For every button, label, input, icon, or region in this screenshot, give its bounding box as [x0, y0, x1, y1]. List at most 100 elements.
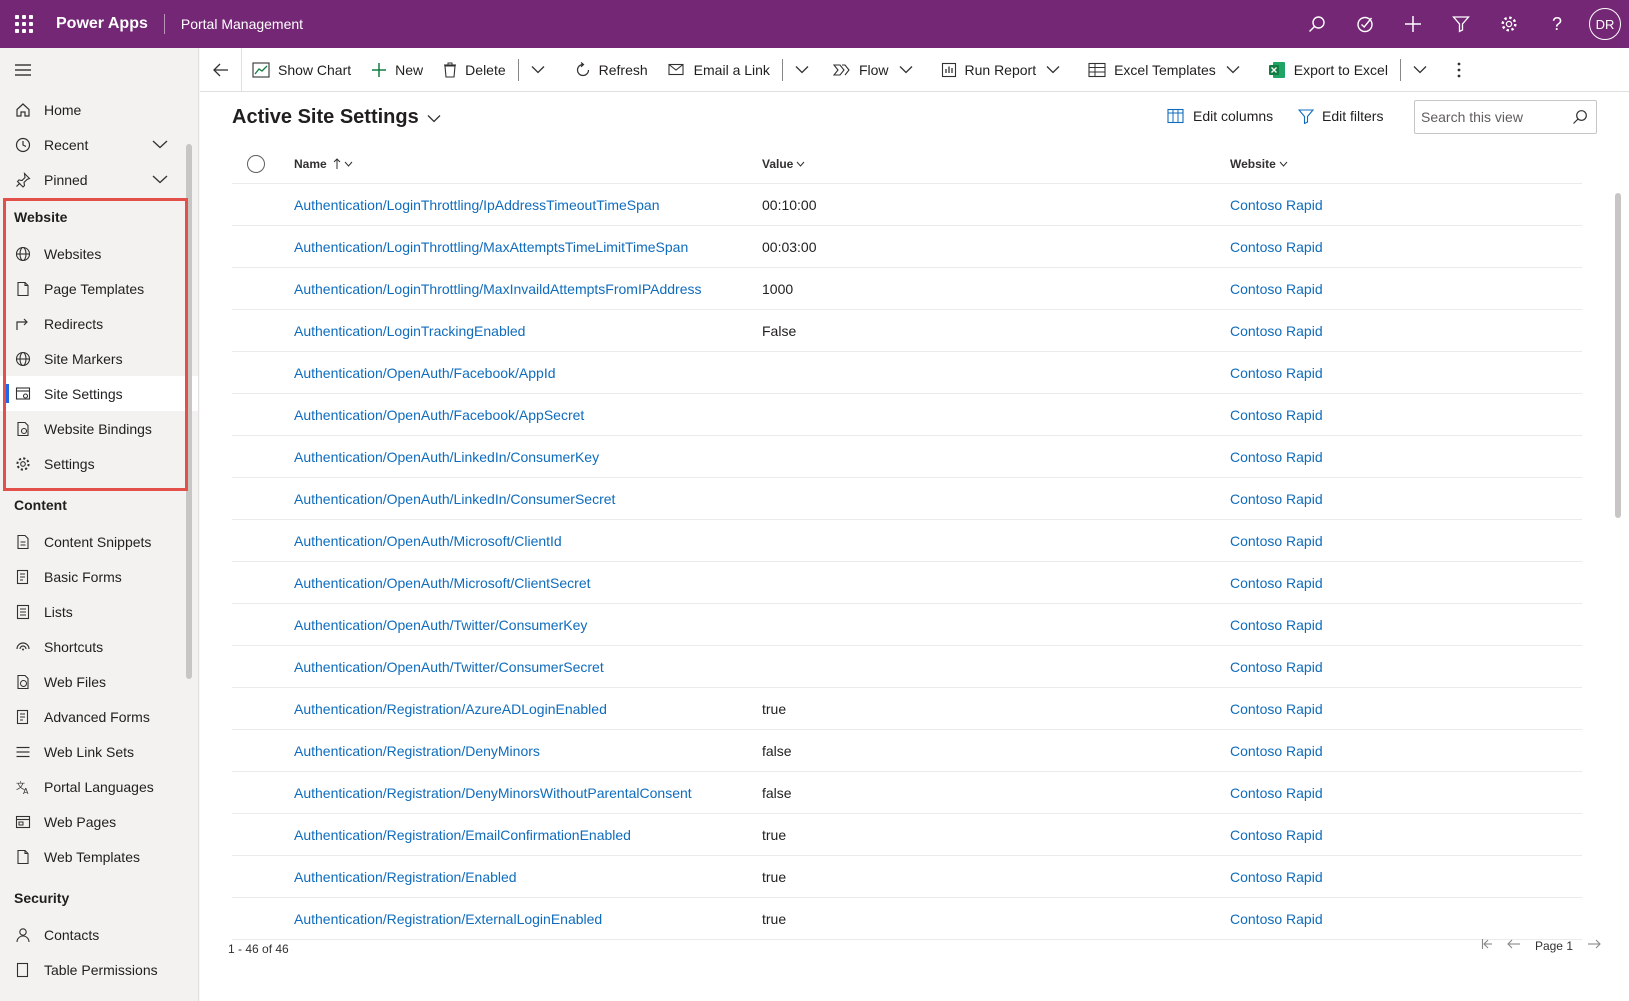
table-row[interactable]: Authentication/LoginThrottling/MaxInvail…	[232, 268, 1582, 310]
email-more-button[interactable]	[785, 48, 819, 92]
previous-page-icon[interactable]	[1507, 938, 1521, 953]
table-row[interactable]: Authentication/Registration/AzureADLogin…	[232, 688, 1582, 730]
add-icon[interactable]	[1389, 0, 1437, 48]
table-row[interactable]: Authentication/Registration/Enabled true C…	[232, 856, 1582, 898]
row-name-link[interactable]: Authentication/OpenAuth/Facebook/AppId	[294, 352, 556, 394]
delete-button[interactable]: Delete	[433, 48, 515, 92]
row-website-link[interactable]: Contoso Rapid	[1230, 352, 1323, 394]
row-name-link[interactable]: Authentication/LoginThrottling/MaxAttemp…	[294, 226, 688, 268]
export-more-button[interactable]	[1403, 48, 1437, 92]
nav-pinned[interactable]: Pinned	[0, 162, 198, 197]
sidebar-item-page-templates[interactable]: Page Templates	[0, 271, 198, 306]
refresh-button[interactable]: Refresh	[555, 48, 658, 92]
sidebar-item-web-templates[interactable]: Web Templates	[0, 839, 198, 874]
row-name-link[interactable]: Authentication/OpenAuth/LinkedIn/Consume…	[294, 478, 615, 520]
grid-scrollbar[interactable]	[1615, 193, 1621, 518]
sidebar-item-redirects[interactable]: Redirects	[0, 306, 198, 341]
chevron-down-icon[interactable]	[152, 136, 168, 152]
row-name-link[interactable]: Authentication/OpenAuth/Microsoft/Client…	[294, 562, 591, 604]
sidebar-item-web-files[interactable]: Web Files	[0, 664, 198, 699]
flow-button[interactable]: Flow	[819, 48, 899, 92]
assistant-icon[interactable]	[1341, 0, 1389, 48]
avatar[interactable]: DR	[1589, 8, 1621, 40]
filter-icon[interactable]	[1437, 0, 1485, 48]
row-name-link[interactable]: Authentication/OpenAuth/Twitter/Consumer…	[294, 646, 604, 688]
edit-columns-button[interactable]: Edit columns	[1167, 108, 1273, 124]
view-selector[interactable]: Active Site Settings	[232, 106, 441, 129]
row-name-link[interactable]: Authentication/OpenAuth/Facebook/AppSecr…	[294, 394, 584, 436]
row-website-link[interactable]: Contoso Rapid	[1230, 814, 1323, 856]
sidebar-item-web-link-sets[interactable]: Web Link Sets	[0, 734, 198, 769]
sidebar-item-site-settings[interactable]: Site Settings	[0, 376, 198, 411]
row-website-link[interactable]: Contoso Rapid	[1230, 436, 1323, 478]
row-website-link[interactable]: Contoso Rapid	[1230, 520, 1323, 562]
row-name-link[interactable]: Authentication/Registration/DenyMinors	[294, 730, 540, 772]
row-name-link[interactable]: Authentication/OpenAuth/Twitter/Consumer…	[294, 604, 587, 646]
table-row[interactable]: Authentication/Registration/DenyMinors fa…	[232, 730, 1582, 772]
sidebar-item-contacts[interactable]: Contacts	[0, 917, 198, 952]
table-row[interactable]: Authentication/OpenAuth/LinkedIn/Consume…	[232, 436, 1582, 478]
row-name-link[interactable]: Authentication/OpenAuth/LinkedIn/Consume…	[294, 436, 599, 478]
row-name-link[interactable]: Authentication/LoginThrottling/MaxInvail…	[294, 268, 702, 310]
run-report-more-button[interactable]	[1046, 48, 1070, 92]
run-report-button[interactable]: Run Report	[923, 48, 1047, 92]
table-row[interactable]: Authentication/Registration/EmailConfirm…	[232, 814, 1582, 856]
table-row[interactable]: Authentication/OpenAuth/Facebook/AppId Co…	[232, 352, 1582, 394]
export-excel-button[interactable]: Export to Excel	[1250, 48, 1398, 92]
menu-toggle-button[interactable]	[0, 48, 198, 92]
app-launcher-button[interactable]	[0, 0, 48, 48]
select-all-checkbox[interactable]	[247, 144, 265, 184]
show-chart-button[interactable]: Show Chart	[242, 48, 361, 92]
email-link-button[interactable]: Email a Link	[658, 48, 780, 92]
sidebar-item-shortcuts[interactable]: Shortcuts	[0, 629, 198, 664]
sidebar-item-website-bindings[interactable]: Website Bindings	[0, 411, 198, 446]
row-website-link[interactable]: Contoso Rapid	[1230, 688, 1323, 730]
column-header-value[interactable]: Value	[762, 144, 805, 184]
row-name-link[interactable]: Authentication/LoginTrackingEnabled	[294, 310, 525, 352]
search-icon[interactable]	[1293, 0, 1341, 48]
edit-filters-button[interactable]: Edit filters	[1298, 108, 1383, 124]
back-button[interactable]	[200, 47, 242, 92]
sidebar-item-site-markers[interactable]: Site Markers	[0, 341, 198, 376]
new-button[interactable]: New	[361, 48, 433, 92]
sidebar-item-content-snippets[interactable]: Content Snippets	[0, 524, 198, 559]
row-website-link[interactable]: Contoso Rapid	[1230, 562, 1323, 604]
first-page-icon[interactable]	[1481, 938, 1493, 953]
table-row[interactable]: Authentication/OpenAuth/Twitter/Consumer…	[232, 646, 1582, 688]
column-header-name[interactable]: Name	[294, 144, 353, 184]
sidebar-item-portal-languages[interactable]: 文A Portal Languages	[0, 769, 198, 804]
search-icon[interactable]	[1572, 109, 1588, 128]
row-website-link[interactable]: Contoso Rapid	[1230, 310, 1323, 352]
sidebar-item-table-permissions[interactable]: Table Permissions	[0, 952, 198, 987]
next-page-icon[interactable]	[1587, 938, 1601, 953]
table-row[interactable]: Authentication/OpenAuth/Twitter/Consumer…	[232, 604, 1582, 646]
help-icon[interactable]: ?	[1533, 0, 1581, 48]
row-name-link[interactable]: Authentication/Registration/DenyMinorsWi…	[294, 772, 692, 814]
table-row[interactable]: Authentication/LoginThrottling/IpAddress…	[232, 184, 1582, 226]
row-name-link[interactable]: Authentication/OpenAuth/Microsoft/Client…	[294, 520, 562, 562]
column-header-website[interactable]: Website	[1230, 144, 1288, 184]
nav-home[interactable]: Home	[0, 92, 198, 127]
nav-recent[interactable]: Recent	[0, 127, 198, 162]
row-website-link[interactable]: Contoso Rapid	[1230, 646, 1323, 688]
search-input[interactable]: Search this view	[1414, 100, 1597, 134]
sidebar-item-websites[interactable]: Websites	[0, 236, 198, 271]
excel-templates-more-button[interactable]	[1226, 48, 1250, 92]
sidebar-scrollbar[interactable]	[186, 144, 192, 679]
sidebar-item-advanced-forms[interactable]: Advanced Forms	[0, 699, 198, 734]
row-website-link[interactable]: Contoso Rapid	[1230, 730, 1323, 772]
more-commands-button[interactable]	[1437, 48, 1471, 92]
table-row[interactable]: Authentication/OpenAuth/LinkedIn/Consume…	[232, 478, 1582, 520]
row-website-link[interactable]: Contoso Rapid	[1230, 856, 1323, 898]
table-row[interactable]: Authentication/OpenAuth/Facebook/AppSecr…	[232, 394, 1582, 436]
row-name-link[interactable]: Authentication/Registration/EmailConfirm…	[294, 814, 631, 856]
app-subtitle[interactable]: Portal Management	[165, 16, 303, 32]
sidebar-item-settings[interactable]: Settings	[0, 446, 198, 481]
sidebar-item-lists[interactable]: Lists	[0, 594, 198, 629]
flow-more-button[interactable]	[899, 48, 923, 92]
row-name-link[interactable]: Authentication/Registration/AzureADLogin…	[294, 688, 607, 730]
table-row[interactable]: Authentication/OpenAuth/Microsoft/Client…	[232, 562, 1582, 604]
row-website-link[interactable]: Contoso Rapid	[1230, 394, 1323, 436]
row-website-link[interactable]: Contoso Rapid	[1230, 268, 1323, 310]
settings-icon[interactable]	[1485, 0, 1533, 48]
